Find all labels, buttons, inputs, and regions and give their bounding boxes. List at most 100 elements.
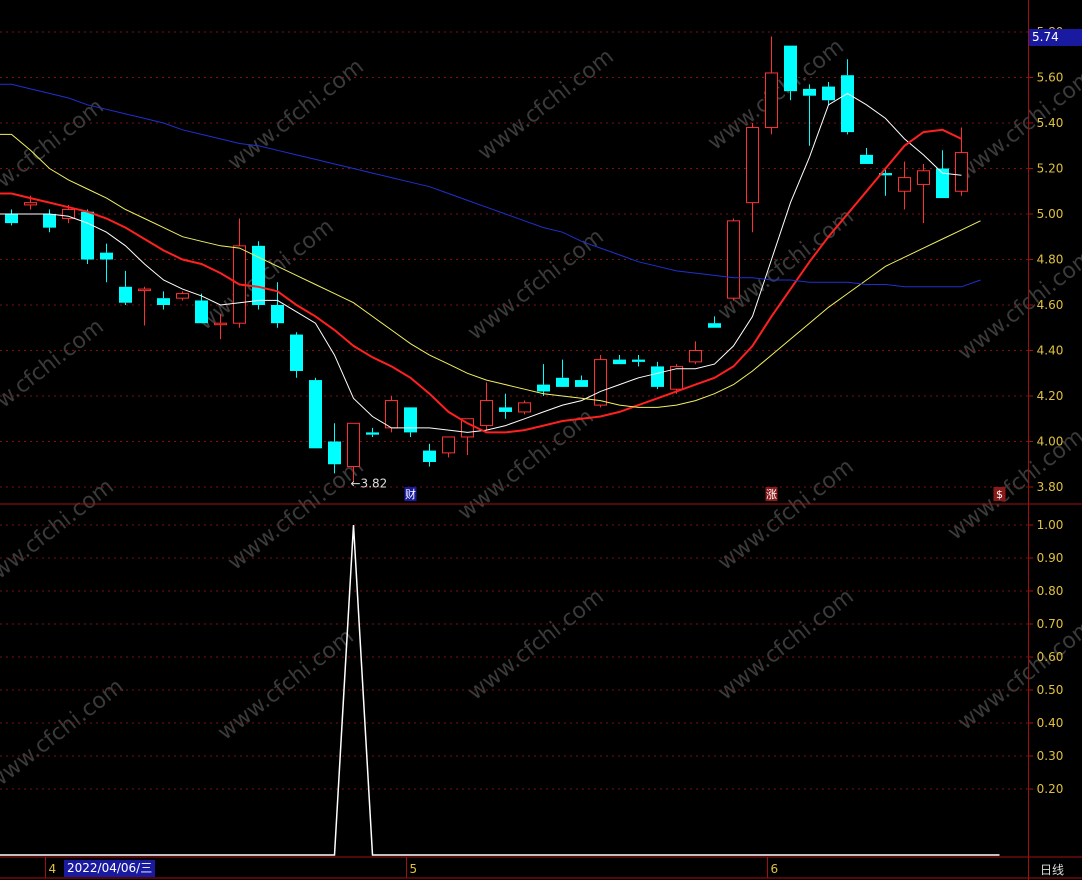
ma-line-ma20 [0, 133, 981, 408]
candle [841, 59, 854, 135]
candle [708, 316, 721, 328]
candle-body [5, 214, 18, 224]
watermark-layer: www.cfchi.com www.cfchi.com www.cfchi.com w… [0, 34, 1082, 795]
period-label[interactable]: 日线 [1040, 861, 1064, 878]
candle [366, 427, 379, 437]
candle-body [385, 400, 398, 429]
price-tick-label: 4.80 [1037, 253, 1064, 267]
candle [689, 341, 702, 365]
candle [480, 382, 493, 431]
cursor-date-label: 2022/04/06/三 [64, 860, 156, 877]
candle-body [442, 436, 455, 454]
indicator-tick-label: 0.90 [1037, 551, 1064, 565]
candle [423, 443, 436, 467]
event-marker: $ [993, 487, 1006, 501]
event-marker: 涨 [765, 487, 778, 501]
watermark-text: www.cfchi.com [223, 454, 368, 575]
candle-body [62, 208, 75, 220]
price-tick-label: 4.60 [1037, 298, 1064, 312]
candle-body [309, 380, 322, 449]
candle [81, 209, 94, 265]
watermark-text: www.cfchi.com [713, 584, 858, 705]
indicator-tick-label: 0.20 [1037, 782, 1064, 796]
candle-body [290, 334, 303, 371]
price-tick-label: 5.60 [1037, 71, 1064, 85]
candles: ←3.82 财 涨 $ [5, 36, 1006, 501]
watermark-text: www.cfchi.com [0, 474, 119, 595]
candle [252, 241, 265, 310]
watermark-text: www.cfchi.com [0, 674, 129, 795]
price-tick-label: 5.40 [1037, 116, 1064, 130]
candle-body [499, 407, 512, 412]
indicator-tick-label: 0.30 [1037, 749, 1064, 763]
ma-line-ma10 [0, 128, 962, 434]
candle-body [765, 72, 778, 129]
date-axis: 4 5 6 [45, 857, 779, 878]
candle-body [100, 252, 113, 260]
candle [309, 377, 322, 449]
candle [860, 148, 873, 164]
ma-line-ma60 [0, 83, 981, 288]
watermark-text: www.cfchi.com [223, 54, 368, 175]
candle [442, 436, 455, 458]
candle [727, 218, 740, 301]
candle [556, 359, 569, 387]
candle [613, 355, 626, 365]
current-price-label: 5.74 [1029, 29, 1082, 46]
candle [765, 36, 778, 135]
candle-body [784, 45, 797, 92]
candle [803, 84, 816, 146]
candle [271, 282, 284, 328]
candle [594, 355, 607, 408]
candle [651, 361, 664, 390]
candle [746, 123, 759, 233]
candle-body [575, 380, 588, 387]
candle [138, 286, 151, 326]
candle-body [917, 170, 930, 185]
watermark-text: www.cfchi.com [0, 94, 109, 215]
candle [43, 209, 56, 233]
candle-body [423, 450, 436, 462]
watermark-text: www.cfchi.com [473, 44, 618, 165]
indicator-tick-label: 1.00 [1037, 518, 1064, 532]
candle [5, 209, 18, 226]
candle [404, 407, 417, 437]
candle [385, 396, 398, 433]
price-tick-label: 4.00 [1037, 435, 1064, 449]
candle-body [347, 422, 360, 468]
price-tick-label: 5.20 [1037, 162, 1064, 176]
month-label: 6 [771, 862, 779, 876]
candle-body [81, 211, 94, 260]
low-price-marker: ←3.82 [351, 476, 388, 490]
event-marker-label: 涨 [766, 488, 777, 501]
event-marker-label: 财 [405, 487, 416, 501]
candle-body [632, 359, 645, 362]
candle [632, 355, 645, 367]
candle-body [518, 402, 531, 413]
month-label: 5 [410, 862, 418, 876]
watermark-text: www.cfchi.com [213, 624, 358, 745]
candle-body [841, 75, 854, 133]
watermark-text: www.cfchi.com [463, 584, 608, 705]
candle [822, 82, 835, 105]
price-tick-label: 4.20 [1037, 389, 1064, 403]
candle-body [556, 377, 569, 387]
candle-body [613, 359, 626, 365]
month-label: 4 [49, 862, 57, 876]
kline-chart[interactable]: www.cfchi.com www.cfchi.com www.cfchi.com w… [0, 0, 1082, 880]
candle-body [138, 288, 151, 292]
indicator-tick-label: 0.80 [1037, 584, 1064, 598]
price-tick-label: 4.40 [1037, 344, 1064, 358]
indicator-tick-label: 0.40 [1037, 716, 1064, 730]
candle-body [43, 214, 56, 228]
candle-body [708, 323, 721, 328]
candle-body [480, 400, 493, 427]
candle [290, 332, 303, 378]
candle [100, 243, 113, 283]
candle-body [537, 384, 550, 392]
candle [176, 291, 189, 301]
candle-body [119, 286, 132, 303]
indicator-tick-label: 0.50 [1037, 683, 1064, 697]
candle-body [860, 154, 873, 164]
candle-body [195, 300, 208, 324]
